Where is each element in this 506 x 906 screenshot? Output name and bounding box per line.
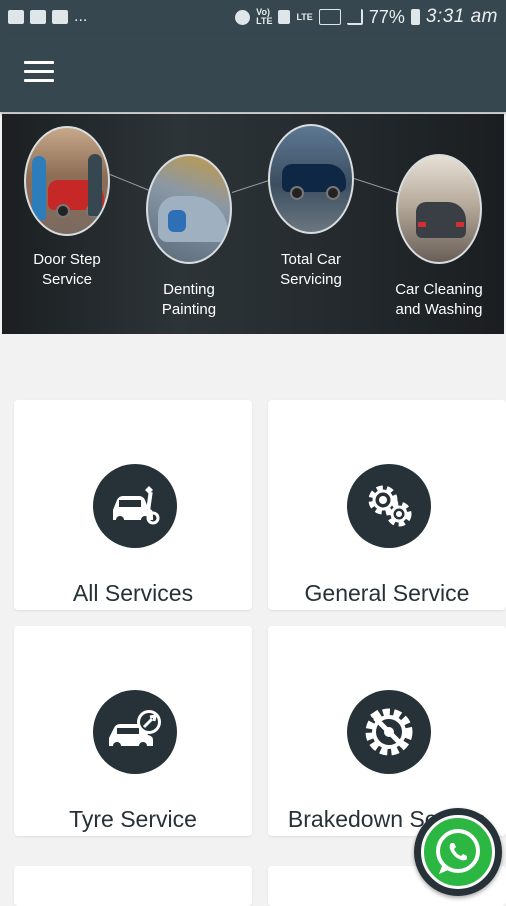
banner-label-denting: Denting Painting — [134, 280, 244, 320]
battery-percent: 77% — [368, 6, 405, 27]
whatsapp-icon — [421, 815, 495, 889]
glove-shape — [168, 210, 186, 232]
hamburger-menu-icon[interactable] — [24, 61, 54, 85]
service-card-all-services[interactable]: All Services — [14, 400, 252, 610]
volte-indicator: Vo) LTE — [256, 8, 272, 26]
menu-line-1 — [24, 61, 54, 64]
volte-label-bottom: LTE — [256, 16, 273, 26]
sim-icon — [278, 10, 291, 24]
battery-icon — [410, 9, 420, 25]
wheel-shape — [56, 204, 70, 218]
signal-bars-icon — [346, 9, 363, 25]
menu-line-3 — [24, 79, 54, 82]
hi-icon — [52, 10, 68, 24]
broken-gear-icon — [347, 690, 431, 774]
tail-light-shape — [456, 222, 464, 227]
menu-line-2 — [24, 70, 54, 73]
banner-label-line: Denting — [163, 281, 215, 298]
denting-painting-image — [146, 154, 232, 264]
alarm-icon — [235, 9, 251, 25]
service-label: All Services — [72, 580, 194, 606]
service-card-partial[interactable] — [14, 866, 252, 906]
person-shape — [32, 156, 46, 220]
status-bar-left: ... — [8, 8, 87, 26]
total-car-servicing-image — [268, 124, 354, 234]
service-card-tyre-service[interactable]: Tyre Service — [14, 626, 252, 836]
status-bar-right: Vo) LTE LTE 77% 3:31 am — [235, 6, 498, 28]
message-icon — [30, 10, 46, 24]
banner-label-total-car: Total Car Servicing — [256, 250, 366, 290]
car-cleaning-image — [396, 154, 482, 264]
person-shape — [88, 154, 102, 216]
door-step-service-image — [24, 126, 110, 236]
banner-label-car-cleaning: Car Cleaning and Washing — [384, 280, 494, 320]
banner-label-line: Servicing — [280, 271, 342, 288]
whatsapp-button[interactable] — [414, 808, 502, 896]
banner-label-line: Door Step — [33, 251, 101, 268]
banner-label-line: and Washing — [395, 301, 483, 318]
banner-label-line: Service — [41, 271, 93, 288]
wheel-shape — [326, 186, 340, 200]
signal-icon — [318, 9, 341, 25]
overflow-indicator: ... — [74, 8, 88, 25]
services-banner[interactable]: Door Step Service Denting Painting Total… — [2, 114, 504, 334]
clock: 3:31 am — [425, 6, 498, 27]
service-card-general-service[interactable]: General Service — [268, 400, 506, 610]
status-bar: ... Vo) LTE LTE 77% 3:31 am — [0, 0, 506, 34]
gears-icon — [347, 464, 431, 548]
wheel-shape — [290, 186, 304, 200]
lte-label: LTE — [296, 11, 313, 22]
app-bar — [0, 34, 506, 112]
tail-light-shape — [418, 222, 426, 227]
connector-line — [353, 178, 400, 194]
banner-label-line: Painting — [161, 301, 217, 318]
service-label: General Service — [304, 580, 470, 606]
banner-label-line: Total Car — [280, 251, 342, 268]
dark-car-shape — [416, 202, 466, 238]
car-tyre-icon — [93, 690, 177, 774]
connector-line — [231, 179, 273, 193]
service-card-brakedown-service[interactable]: Brakedown Service — [268, 626, 506, 836]
image-icon — [8, 10, 24, 24]
car-wrench-icon — [93, 464, 177, 548]
banner-label-door-step: Door Step Service — [12, 250, 122, 290]
banner-label-line: Car Cleaning — [395, 281, 483, 298]
service-label: Tyre Service — [69, 806, 197, 832]
